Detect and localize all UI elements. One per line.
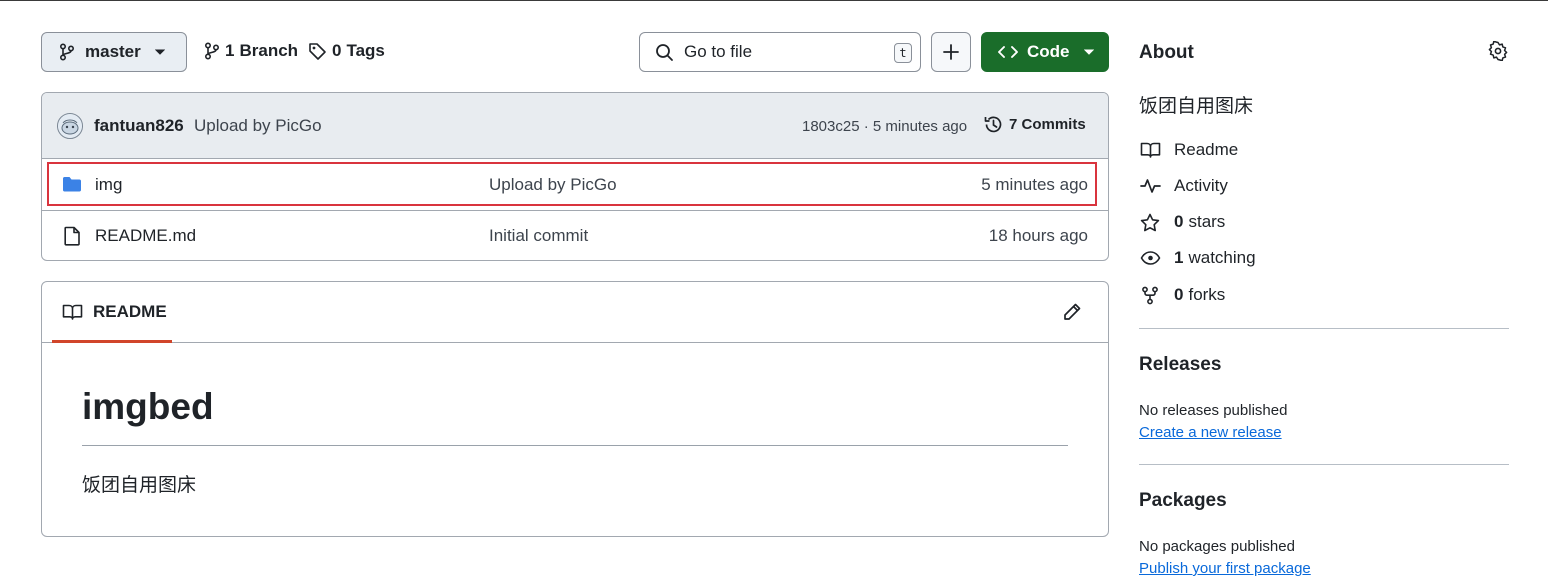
readme-tab-label: README: [93, 302, 167, 321]
search-icon: [655, 43, 674, 62]
file-browser: fantuan826 Upload by PicGo 1803c25 · 5 m…: [41, 92, 1109, 261]
forks-link[interactable]: 0 forks: [1139, 285, 1225, 305]
stars-label: stars: [1188, 212, 1226, 231]
divider: [1139, 464, 1509, 465]
settings-button[interactable]: [1488, 41, 1508, 61]
avatar[interactable]: [57, 113, 83, 139]
keyboard-shortcut-hint: t: [894, 43, 912, 63]
divider: [1139, 328, 1509, 329]
watching-count: 1: [1174, 248, 1184, 267]
code-button-label: Code: [1027, 42, 1070, 61]
commits-label: 7 Commits: [1009, 116, 1086, 133]
branches-count: 1: [225, 41, 235, 60]
file-commit-message[interactable]: Upload by PicGo: [489, 175, 617, 195]
heading-divider: [82, 445, 1068, 446]
go-to-file-search[interactable]: t: [639, 32, 921, 72]
about-title: About: [1139, 42, 1194, 63]
chevron-down-icon: [1083, 49, 1094, 55]
stars-link[interactable]: 0 stars: [1139, 212, 1225, 232]
history-icon: [983, 114, 1004, 135]
watchers-link[interactable]: 1 watching: [1139, 248, 1256, 268]
repo-description: 饭团自用图床: [1139, 96, 1254, 117]
commit-hash-time[interactable]: 1803c25 · 5 minutes ago: [802, 118, 967, 135]
branch-icon: [59, 43, 75, 61]
table-row[interactable]: img Upload by PicGo 5 minutes ago: [42, 160, 1108, 210]
forks-label: forks: [1188, 285, 1226, 304]
readme-body: 饭团自用图床: [82, 475, 197, 496]
eye-icon: [1139, 250, 1161, 266]
book-icon: [1139, 141, 1161, 159]
releases-empty-text: No releases published: [1139, 402, 1288, 419]
branch-icon: [204, 42, 220, 60]
file-name[interactable]: README.md: [95, 226, 196, 246]
edit-readme-button[interactable]: [1062, 302, 1082, 322]
readme-heading: imgbed: [82, 386, 214, 427]
file-icon: [63, 226, 81, 246]
gear-icon: [1488, 41, 1508, 61]
forks-count: 0: [1174, 285, 1184, 304]
file-time: 18 hours ago: [988, 226, 1088, 245]
packages-title[interactable]: Packages: [1139, 490, 1227, 512]
tags-label: Tags: [346, 41, 385, 60]
branches-label: Branch: [239, 41, 299, 60]
tags-link[interactable]: 0 Tags: [308, 41, 385, 61]
fork-icon: [1139, 286, 1161, 305]
commit-author[interactable]: fantuan826: [94, 116, 184, 136]
plus-icon: [942, 43, 960, 61]
stars-count: 0: [1174, 212, 1184, 231]
packages-empty-text: No packages published: [1139, 538, 1295, 555]
folder-icon: [62, 175, 82, 193]
top-border: [0, 0, 1548, 1]
branch-name: master: [85, 42, 141, 61]
code-icon: [998, 45, 1018, 59]
pencil-icon: [1062, 302, 1082, 322]
latest-commit-bar: fantuan826 Upload by PicGo 1803c25 · 5 m…: [42, 93, 1108, 159]
code-button[interactable]: Code: [981, 32, 1109, 72]
table-row[interactable]: README.md Initial commit 18 hours ago: [42, 210, 1108, 260]
commits-link[interactable]: 7 Commits: [983, 114, 1086, 135]
readme-link[interactable]: Readme: [1139, 140, 1238, 160]
activity-link-label: Activity: [1174, 176, 1228, 195]
readme-tab-bar: README: [42, 282, 1108, 343]
go-to-file-input[interactable]: [684, 42, 874, 62]
file-commit-message[interactable]: Initial commit: [489, 226, 588, 246]
branch-selector-button[interactable]: master: [41, 32, 187, 72]
create-release-link[interactable]: Create a new release: [1139, 424, 1282, 441]
add-file-button[interactable]: [931, 32, 971, 72]
tag-icon: [308, 42, 327, 61]
file-name[interactable]: img: [95, 175, 122, 195]
commit-message[interactable]: Upload by PicGo: [194, 116, 322, 136]
chevron-down-icon: [154, 49, 165, 55]
file-time: 5 minutes ago: [981, 175, 1088, 194]
pulse-icon: [1139, 178, 1161, 194]
readme-link-label: Readme: [1174, 140, 1239, 159]
activity-link[interactable]: Activity: [1139, 176, 1228, 196]
tab-readme[interactable]: README: [52, 282, 172, 343]
publish-package-link[interactable]: Publish your first package: [1139, 560, 1311, 577]
active-tab-underline: [52, 340, 172, 343]
watching-label: watching: [1188, 248, 1256, 267]
readme-panel: README imgbed 饭团自用图床: [41, 281, 1109, 537]
tags-count: 0: [332, 41, 342, 60]
book-icon: [62, 303, 83, 321]
branches-link[interactable]: 1 Branch: [204, 41, 298, 61]
releases-title[interactable]: Releases: [1139, 354, 1221, 376]
star-icon: [1139, 213, 1161, 232]
